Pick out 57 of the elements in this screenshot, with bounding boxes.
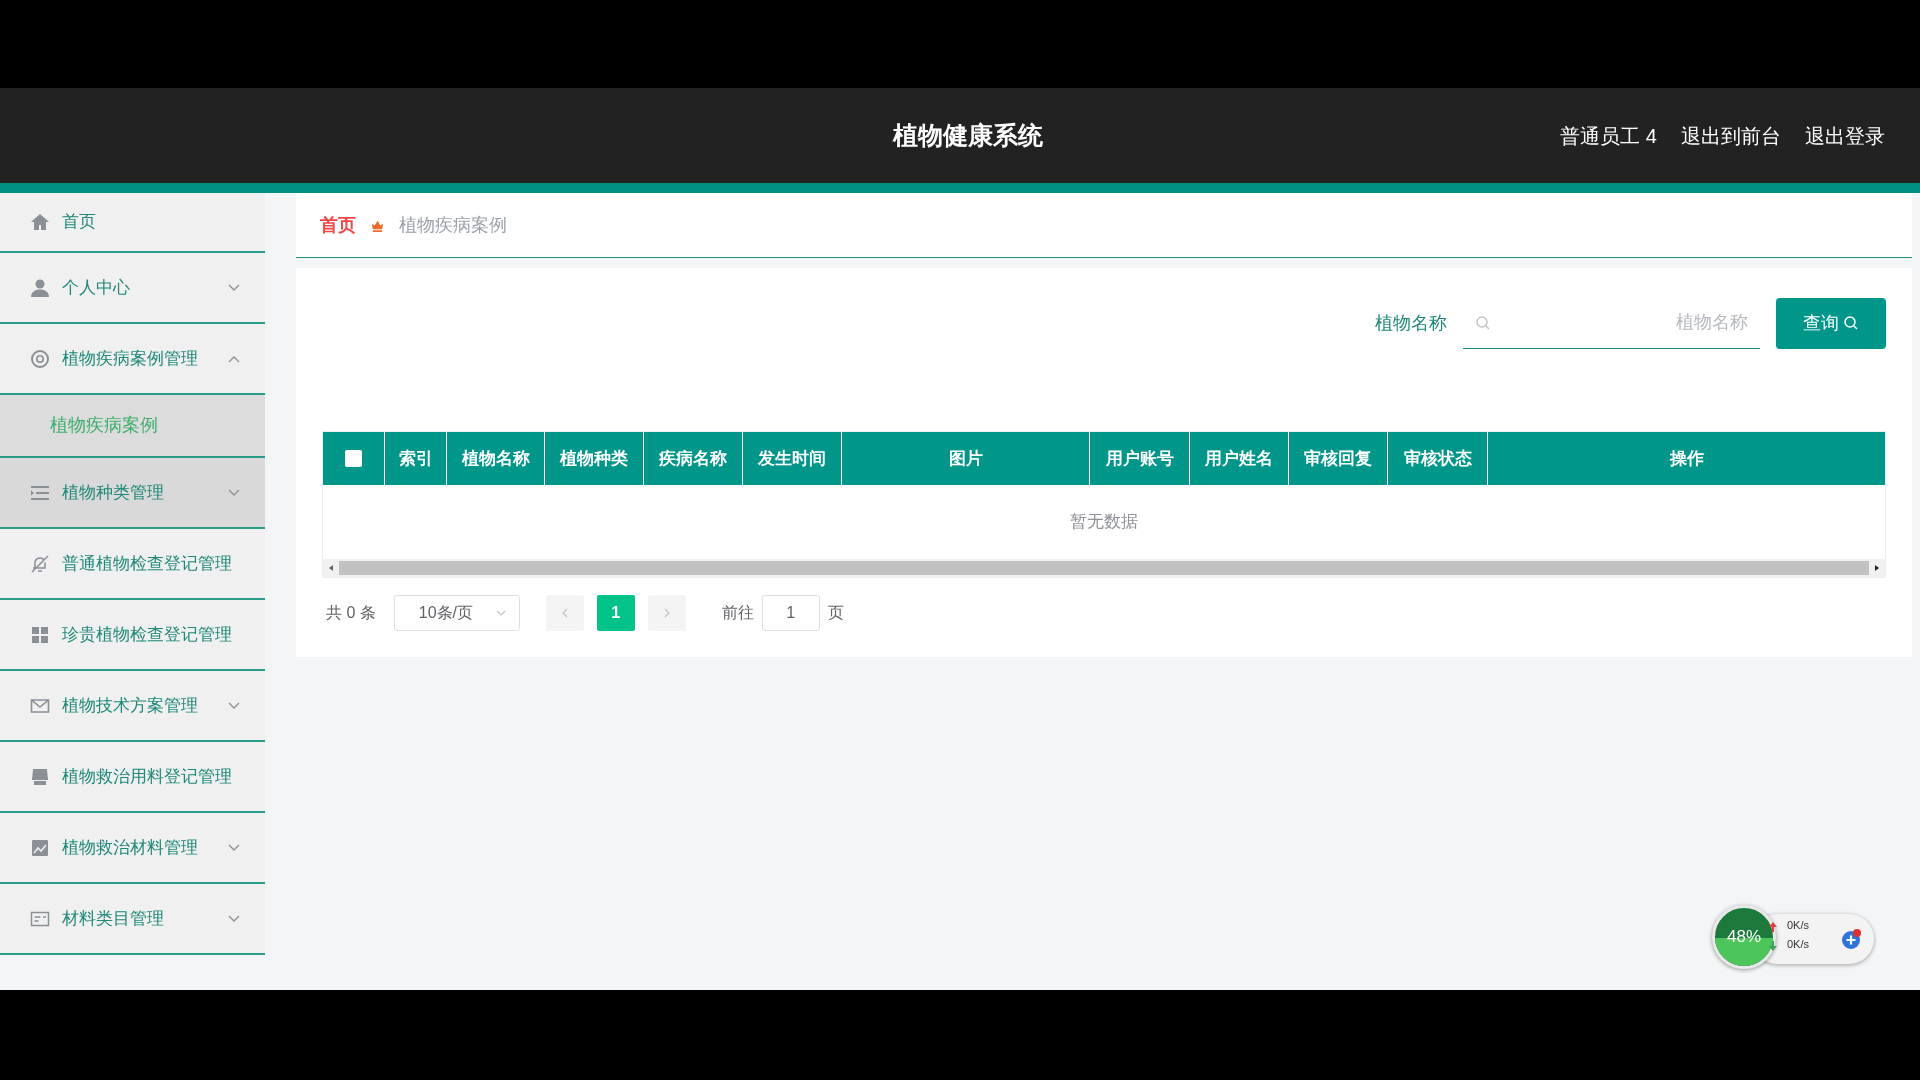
upload-speed: 0K/s [1787,918,1809,933]
sidebar-item[interactable]: 植物救治用料登记管理 [0,742,265,813]
column-header: 图片 [842,432,1090,485]
user-name[interactable]: 普通员工 4 [1560,120,1657,151]
header-link[interactable]: 退出到前台 [1681,120,1781,151]
lifebuoy-icon [30,348,50,369]
sidebar-item[interactable]: 普通植物检查登记管理 [0,529,265,600]
plus-icon[interactable] [1840,928,1862,950]
column-header: 用户姓名 [1190,432,1289,485]
sidebar-item[interactable]: 植物技术方案管理 [0,671,265,742]
checkbox[interactable] [345,450,362,467]
download-arrow-icon [1769,941,1777,951]
app-title: 植物健康系统 [893,119,1043,151]
chart-icon [30,837,50,858]
user-icon [30,277,50,298]
upload-arrow-icon [1769,922,1777,932]
breadcrumb-link[interactable]: 植物疾病案例 [399,211,507,239]
tray-icon [30,766,50,787]
download-speed: 0K/s [1787,937,1809,952]
total-count: 共 0 条 [326,603,376,623]
column-header: 审核回复 [1289,432,1388,485]
page-size-select[interactable]: 10条/页 [393,595,520,631]
prev-page-button[interactable] [545,595,584,631]
empty-message: 暂无数据 [1069,511,1139,534]
grid-icon [30,624,50,645]
sidebar-item[interactable]: 个人中心 [0,253,265,324]
bell-slash-icon [30,553,50,574]
page-input[interactable]: 1 [761,595,820,631]
sidebar-item[interactable]: 珍贵植物检查登记管理 [0,600,265,671]
sidebar-subitem[interactable]: 植物疾病案例 [0,395,265,458]
column-header: 操作 [1488,432,1885,485]
sidebar-item[interactable]: 植物种类管理 [0,458,265,529]
home-icon [30,212,50,232]
search-button[interactable]: 查询 [1776,297,1886,349]
goto-suffix: 页 [827,603,844,623]
column-header: 索引 [385,432,447,485]
sidebar-item[interactable]: 植物救治材料管理 [0,813,265,884]
usage-percent: 48% [1726,926,1762,949]
sidebar-item[interactable]: 首页 [0,193,265,253]
arrow-right-icon [1873,564,1881,572]
search-label: 植物名称 [1375,311,1447,335]
page-number[interactable]: 1 [596,595,635,631]
column-header: 植物种类 [545,432,644,485]
scrollbar[interactable] [323,559,1885,577]
column-header: 用户账号 [1090,432,1190,485]
column-header: 审核状态 [1388,432,1488,485]
sidebar-item[interactable]: 材料类目管理 [0,884,265,955]
breadcrumb-link[interactable]: 首页 [320,211,356,239]
arrow-left-icon [327,564,335,572]
column-header: 植物名称 [447,432,545,485]
column-header: 发生时间 [743,432,842,485]
header-link[interactable]: 退出登录 [1805,120,1885,151]
search-icon [1843,315,1859,331]
sidebar-item[interactable]: 植物疾病案例管理 [0,324,265,395]
column-header: 疾病名称 [644,432,743,485]
next-page-button[interactable] [647,595,686,631]
goto-label: 前往 [721,603,754,623]
